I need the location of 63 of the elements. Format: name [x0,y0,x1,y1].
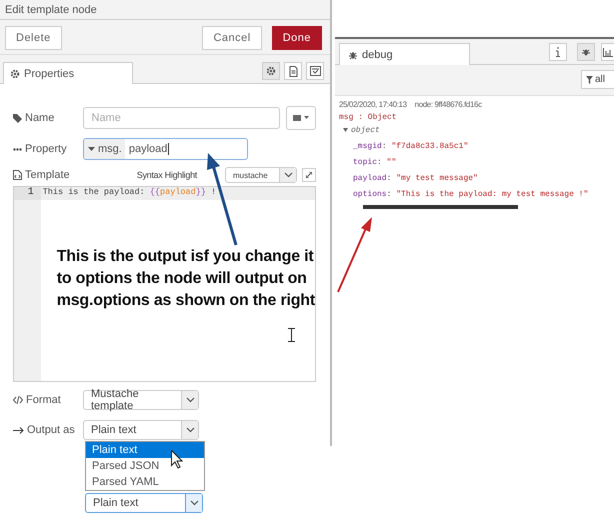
annotation-text: to options the node will output on [56,269,308,289]
object-property: topic: "" [352,157,398,167]
template-label: Template [13,169,70,181]
code-editor[interactable]: 1 This is the payload: {{payload}} ! This is the output isf you change it to options the node will output on msg.options as shown on the right [13,186,316,382]
caret-icon [190,500,198,506]
line-number: 1 [14,187,41,200]
syntax-highlight-label: Syntax Highlight [136,170,197,180]
object-label: object [351,126,380,135]
syntax-select[interactable]: mustache [225,167,297,183]
settings-button[interactable] [262,62,280,80]
bar-chart-icon [603,48,613,56]
code-icon [13,396,23,404]
document-button[interactable] [284,62,302,80]
name-field[interactable]: Name [82,107,280,129]
layout-button[interactable] [306,62,324,80]
gear-icon [10,68,20,78]
output-select[interactable]: Plain text [83,420,199,440]
bug-icon [348,50,358,60]
format-select[interactable]: Mustache template [83,390,199,410]
arrow-right-icon [13,426,24,434]
message-type: msg : Object [339,113,398,122]
dropdown-option[interactable]: Plain text [86,442,204,458]
filter-icon [586,76,593,84]
info-icon [556,47,560,57]
property-label: Property [13,143,83,155]
ellipsis-icon [13,148,22,150]
filter-button[interactable]: all [581,70,614,89]
gear-icon [266,66,276,76]
chart-button[interactable] [601,43,614,61]
format-label: Format [13,394,83,406]
bug-icon [581,47,591,57]
file-code-icon [13,170,22,180]
debug-button[interactable] [577,43,595,61]
debug-tab[interactable]: debug [339,43,470,65]
caret-icon [88,147,95,151]
property-field[interactable]: msg. payload [83,138,248,160]
caret-icon [186,427,194,433]
window-title: Edit template node [0,0,330,20]
icon-picker-button[interactable] [286,106,316,130]
annotation-text: This is the output isf you change it [56,247,315,267]
done-button[interactable]: Done [272,26,322,50]
output-label: Output as [13,424,83,436]
info-button[interactable] [549,43,567,61]
annotation-text: msg.options as shown on the right [56,291,315,311]
tag-icon [13,114,22,122]
object-property: _msgid: "f7da8c33.8a5c1" [352,141,470,151]
text-cursor-icon [288,328,295,342]
object-property: options: "This is the payload: my test message !" [352,189,590,199]
message-timestamp: 25/02/2020, 17:40:13 [339,100,407,109]
caret-icon [186,397,194,403]
action-button[interactable]: Cancel [202,26,262,50]
caret-icon [284,172,292,178]
properties-tab[interactable]: Properties [3,62,133,84]
output-select[interactable]: Plain text [85,493,203,513]
expand-icon [306,172,312,178]
object-property: payload: "my test message" [352,173,479,183]
expand-button[interactable] [302,168,316,182]
window-icon [310,66,320,76]
message-node-id: node: 9ff48676.fd16c [414,100,482,109]
pointer-icon [171,450,183,469]
action-button[interactable]: Delete [5,26,62,50]
document-icon [288,66,298,76]
name-label: Name [13,112,82,124]
